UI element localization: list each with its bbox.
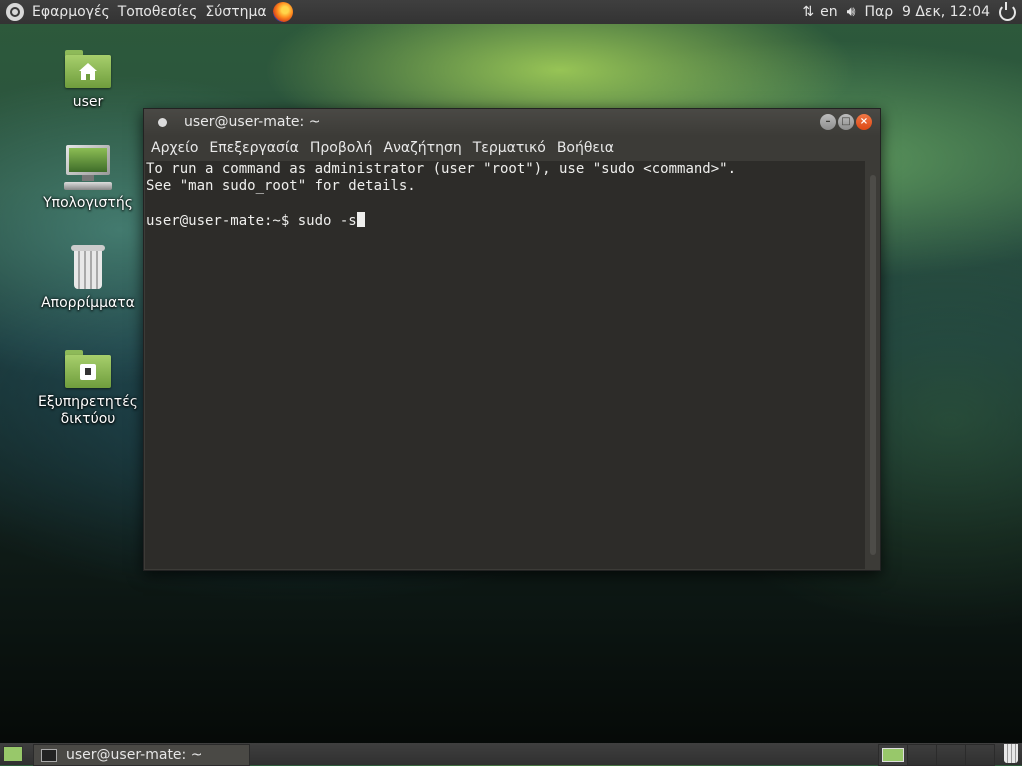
menu-search[interactable]: Αναζήτηση xyxy=(384,140,462,156)
terminal-output[interactable]: To run a command as administrator (user … xyxy=(145,161,865,569)
desktop-icon-label: Υπολογιστής xyxy=(43,195,133,211)
terminal-line: user@user-mate:~$ sudo -s xyxy=(146,213,357,229)
menu-file[interactable]: Αρχείο xyxy=(151,140,198,156)
desktop-icon-user[interactable]: user xyxy=(33,50,143,111)
trash-applet-icon[interactable] xyxy=(1004,744,1018,763)
network-icon[interactable]: ⇅ xyxy=(802,4,814,20)
top-panel: Εφαρμογές Τοποθεσίες Σύστημα ⇅ en 🔊︎ Παρ… xyxy=(0,0,1022,24)
network-folder-icon xyxy=(65,350,111,388)
terminal-menubar: Αρχείο Επεξεργασία Προβολή Αναζήτηση Τερ… xyxy=(144,136,880,160)
text-cursor xyxy=(356,212,365,227)
desktop-icon-network-servers[interactable]: Εξυπηρετητές δικτύου xyxy=(33,350,143,428)
firefox-launcher-icon[interactable] xyxy=(272,2,293,22)
window-menu-icon[interactable] xyxy=(158,118,167,127)
terminal-line: To run a command as administrator (user … xyxy=(146,161,737,177)
ubuntu-mate-logo-icon[interactable] xyxy=(6,3,24,21)
menu-places[interactable]: Τοποθεσίες xyxy=(118,4,198,20)
terminal-window[interactable]: user@user-mate: ~ – □ × Αρχείο Επεξεργασ… xyxy=(143,108,881,571)
maximize-button[interactable]: □ xyxy=(838,114,854,130)
desktop-icon-trash[interactable]: Απορρίμματα xyxy=(33,245,143,312)
minimize-button[interactable]: – xyxy=(820,114,836,130)
scrollbar-thumb[interactable] xyxy=(870,175,876,555)
workspace-4[interactable] xyxy=(965,744,995,766)
menu-edit[interactable]: Επεξεργασία xyxy=(209,140,298,156)
home-folder-icon xyxy=(65,50,111,88)
terminal-scrollbar[interactable] xyxy=(867,161,879,569)
terminal-prompt-line[interactable]: user@user-mate:~$ sudo -s xyxy=(146,212,865,230)
trash-icon xyxy=(71,245,105,289)
terminal-line: See "man sudo_root" for details. xyxy=(146,178,416,194)
bottom-panel: user@user-mate: ~ xyxy=(0,743,1022,766)
desktop-icon-label: user xyxy=(72,94,104,110)
keyboard-layout-indicator[interactable]: en xyxy=(820,4,838,20)
menu-applications[interactable]: Εφαρμογές xyxy=(32,4,110,20)
close-button[interactable]: × xyxy=(856,114,872,130)
terminal-icon xyxy=(41,748,57,762)
computer-icon xyxy=(64,145,112,191)
taskbar-item-label: user@user-mate: ~ xyxy=(66,747,203,763)
window-titlebar[interactable]: user@user-mate: ~ – □ × xyxy=(144,109,880,136)
volume-icon[interactable]: 🔊︎ xyxy=(847,4,856,20)
show-desktop-button[interactable] xyxy=(3,746,23,762)
power-icon[interactable] xyxy=(999,1,1016,21)
workspace-3[interactable] xyxy=(936,744,966,766)
desktop-icon-computer[interactable]: Υπολογιστής xyxy=(33,145,143,212)
menu-help[interactable]: Βοήθεια xyxy=(557,140,614,156)
menu-view[interactable]: Προβολή xyxy=(310,140,373,156)
desktop-icon-label: Εξυπηρετητές δικτύου xyxy=(37,394,139,427)
clock[interactable]: Παρ 9 Δεκ, 12:04 xyxy=(864,4,990,20)
menu-system[interactable]: Σύστημα xyxy=(205,4,266,20)
desktop-icon-label: Απορρίμματα xyxy=(41,295,135,311)
terminal-line: ​ xyxy=(146,195,865,212)
window-title: user@user-mate: ~ xyxy=(184,114,321,130)
workspace-2[interactable] xyxy=(907,744,937,766)
workspace-1[interactable] xyxy=(878,744,908,766)
menu-terminal[interactable]: Τερματικό xyxy=(473,140,546,156)
taskbar-item-terminal[interactable]: user@user-mate: ~ xyxy=(33,744,250,766)
